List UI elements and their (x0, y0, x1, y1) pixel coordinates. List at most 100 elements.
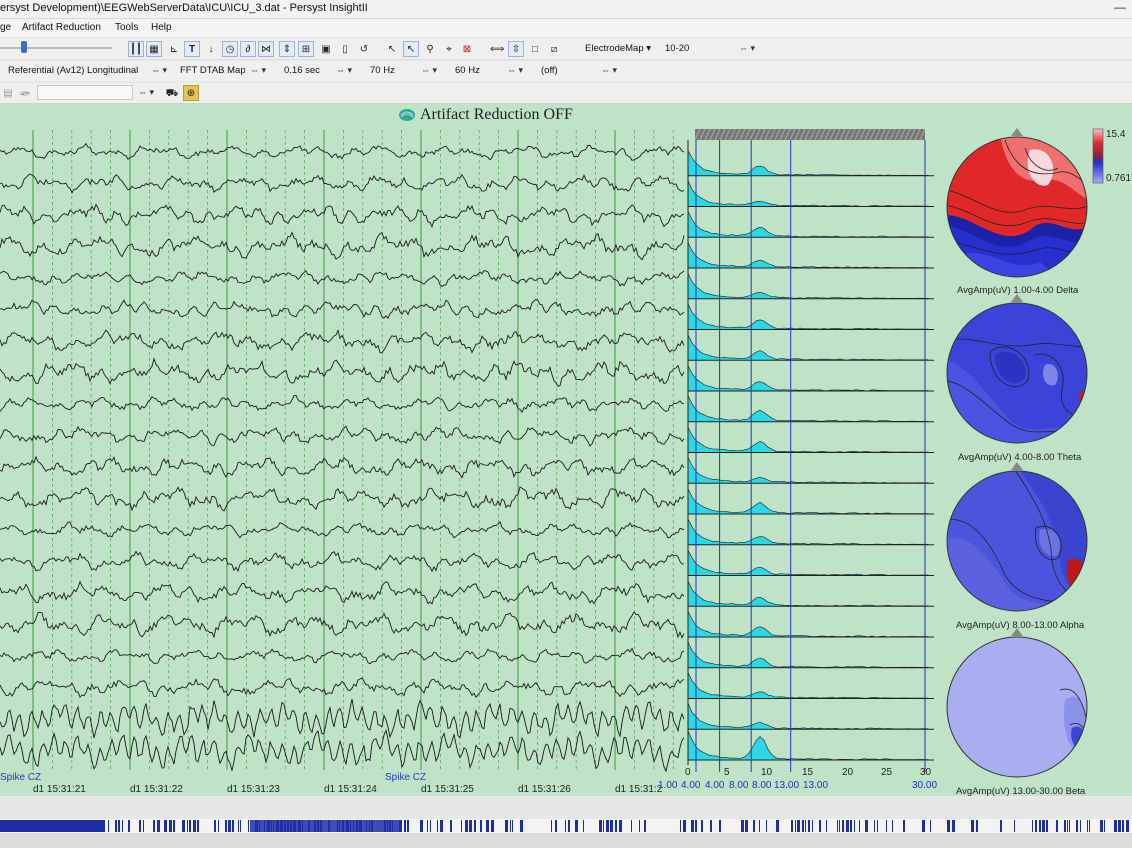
eeg-trace (0, 455, 685, 479)
timestamp: d1 15:31:2 (615, 784, 663, 795)
nav-segment (615, 820, 617, 832)
nav-segment (710, 820, 712, 832)
eeg-trace (0, 231, 685, 261)
nav-segment (164, 820, 167, 832)
eeg-trace (0, 270, 685, 287)
nav-segment (240, 820, 241, 832)
nav-segment (877, 820, 878, 832)
topomap-theta (946, 294, 1088, 444)
nav-segment (680, 820, 681, 832)
nav-segment (420, 820, 423, 832)
fft-spectrum (687, 457, 929, 484)
nav-segment (766, 820, 767, 832)
nav-segment (1126, 820, 1129, 832)
topomap-alpha-label: AvgAmp(uV) 8.00-13.00 Alpha (956, 620, 1085, 631)
nav-segment (189, 820, 191, 832)
nav-segment (850, 820, 852, 832)
nav-current-window[interactable] (250, 820, 400, 832)
nav-segment (644, 820, 646, 832)
nav-segment (1042, 820, 1045, 832)
band-label: 30.00 (912, 780, 938, 791)
nav-segment (619, 820, 622, 832)
record-navigator[interactable] (0, 819, 1132, 833)
nav-segment (0, 820, 105, 832)
artifact-reduction-title: Artifact Reduction OFF (420, 106, 573, 123)
nav-segment (486, 820, 489, 832)
nav-segment (610, 820, 613, 832)
nav-segment (555, 820, 557, 832)
eeg-trace (0, 425, 685, 447)
timestamp: d1 15:31:21 (33, 784, 86, 795)
nav-segment (139, 820, 141, 832)
navigator-marks[interactable] (0, 819, 1132, 833)
artifact-reduction-icon (399, 109, 415, 121)
band-label: 4.00 (705, 780, 725, 791)
nav-segment (108, 820, 109, 832)
nav-segment (719, 820, 721, 832)
nav-segment (214, 820, 216, 832)
eeg-trace (0, 298, 685, 320)
nav-segment (1000, 820, 1002, 832)
fft-spectrum (687, 180, 929, 207)
nav-segment (947, 820, 950, 832)
eeg-trace (0, 203, 685, 229)
eeg-trace (0, 521, 685, 539)
fft-spectrum (687, 150, 929, 177)
spike-marker[interactable]: Spike CZ (385, 772, 426, 783)
eeg-trace (0, 729, 685, 773)
nose-marker (1011, 462, 1023, 470)
nav-segment (248, 820, 249, 832)
nav-segment (1118, 820, 1121, 832)
fft-tick: 10 (761, 767, 773, 778)
nav-segment (1069, 820, 1070, 832)
nav-segment (232, 820, 234, 832)
nav-segment (218, 820, 219, 832)
nav-segment (115, 820, 117, 832)
eeg-trace (0, 647, 685, 665)
nav-segment (450, 820, 452, 832)
fft-tick: 20 (842, 767, 854, 778)
nav-segment (791, 820, 793, 832)
band-label: 8.00 (752, 780, 772, 791)
nav-segment (510, 820, 511, 832)
fft-spectrum (687, 273, 929, 300)
nav-segment (976, 820, 978, 832)
nav-segment (805, 820, 806, 832)
nav-segment (837, 820, 838, 832)
eeg-trace (0, 677, 685, 699)
nav-segment (859, 820, 860, 832)
bottom-bar (0, 833, 1132, 848)
nav-segment (683, 820, 686, 832)
band-label: 4.00 (681, 780, 701, 791)
fft-spectrum (687, 427, 929, 453)
nav-segment (826, 820, 827, 832)
fft-spectrum (687, 550, 929, 576)
timestamp: d1 15:31:24 (324, 784, 377, 795)
nav-segment (930, 820, 931, 832)
nav-segment (745, 820, 748, 832)
nav-segment (874, 820, 875, 832)
eeg-trace (0, 550, 684, 573)
fft-spectrum (687, 303, 929, 330)
eeg-trace (0, 357, 685, 387)
nav-segment (603, 820, 604, 832)
spike-marker[interactable]: Spike CZ (0, 772, 41, 783)
nav-segment (407, 820, 409, 832)
colorbar-min: 0.761 (1106, 173, 1132, 184)
nav-segment (695, 820, 697, 832)
nav-segment (197, 820, 199, 832)
fft-spectrum (687, 488, 929, 515)
eeg-trace (0, 580, 685, 605)
nav-segment (575, 820, 578, 832)
topomap-delta-label: AvgAmp(uV) 1.00-4.00 Delta (957, 285, 1079, 296)
fft-spectrum-panel (687, 128, 934, 772)
nav-segment (922, 820, 925, 832)
nav-segment (903, 820, 905, 832)
nav-segment (753, 820, 755, 832)
nav-segment (1104, 820, 1105, 832)
eeg-trace (0, 698, 685, 739)
topomap-alpha (946, 462, 1088, 612)
nav-segment (427, 820, 428, 832)
nav-segment (606, 820, 609, 832)
nav-segment (691, 820, 694, 832)
